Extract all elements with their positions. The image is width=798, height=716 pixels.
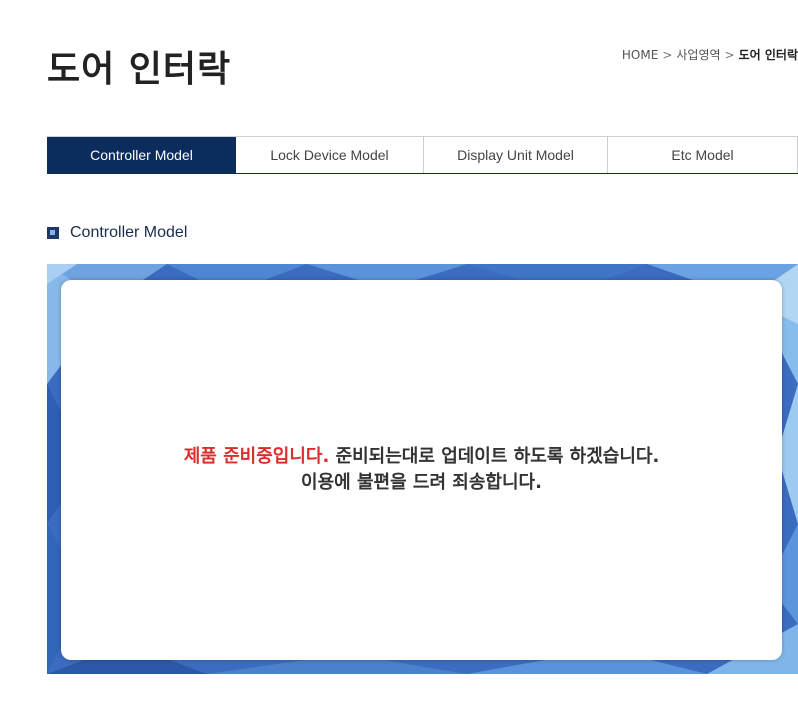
tab-display-unit-model[interactable]: Display Unit Model (424, 137, 608, 173)
breadcrumb-current: 도어 인터락 (738, 48, 798, 62)
notice-line-1: 제품 준비중입니다. 준비되는대로 업데이트 하도록 하겠습니다. (184, 444, 660, 470)
square-bullet-icon (47, 227, 59, 239)
notice-line-2: 이용에 불편을 드려 죄송합니다. (301, 472, 542, 493)
tab-etc-model[interactable]: Etc Model (608, 137, 798, 173)
chevron-right-icon: > (662, 47, 673, 62)
tab-controller-model[interactable]: Controller Model (47, 137, 236, 173)
tab-lock-device-model[interactable]: Lock Device Model (236, 137, 424, 173)
model-tabs: Controller Model Lock Device Model Displ… (47, 136, 798, 174)
breadcrumb-home[interactable]: HOME (622, 48, 658, 62)
notice-card: 제품 준비중입니다. 준비되는대로 업데이트 하도록 하겠습니다. 이용에 불편… (61, 280, 782, 660)
page-title: 도어 인터락 (47, 49, 232, 90)
notice-line-1-rest: 준비되는대로 업데이트 하도록 하겠습니다. (329, 446, 660, 467)
chevron-right-icon: > (724, 47, 735, 62)
notice-highlight: 제품 준비중입니다. (183, 446, 330, 467)
breadcrumb-level1[interactable]: 사업영역 (676, 46, 720, 63)
breadcrumb: HOME > 사업영역 > 도어 인터락 (622, 46, 798, 63)
page: 도어 인터락 HOME > 사업영역 > 도어 인터락 Controller M… (0, 0, 798, 716)
notice-banner: 제품 준비중입니다. 준비되는대로 업데이트 하도록 하겠습니다. 이용에 불편… (47, 264, 798, 674)
section-heading-label: Controller Model (70, 224, 188, 241)
section-heading: Controller Model (47, 224, 187, 242)
